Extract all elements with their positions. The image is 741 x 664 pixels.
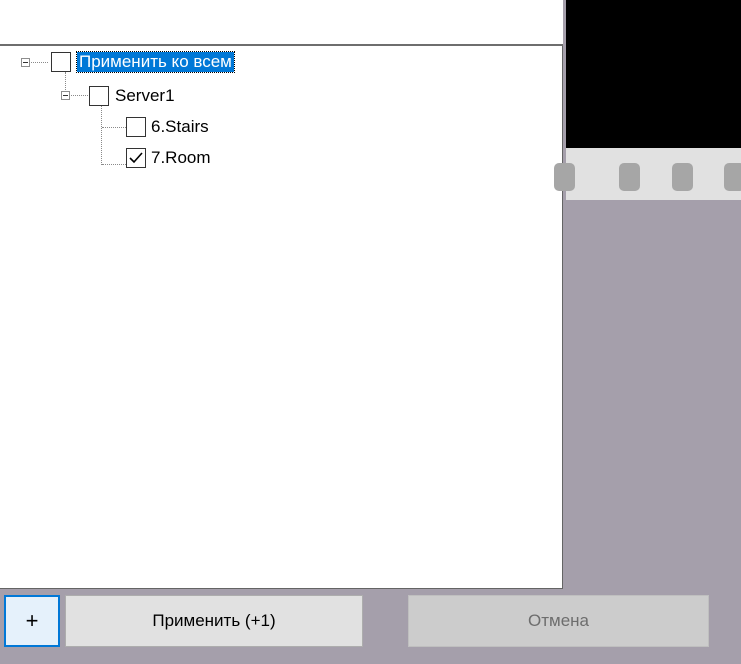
tree-connector [71, 95, 88, 96]
tree-camera-label[interactable]: 7.Room [151, 148, 211, 168]
tree-connector [101, 105, 102, 165]
film-hole-icon [619, 163, 640, 191]
tree-root-label[interactable]: Применить ко всем [76, 51, 235, 73]
root-checkbox[interactable] [51, 52, 71, 72]
camera-checkbox[interactable] [126, 117, 146, 137]
film-hole-icon [554, 163, 575, 191]
root-collapse-icon[interactable] [21, 58, 30, 67]
film-hole-icon [672, 163, 693, 191]
camera-tree[interactable]: Применить ко всем Server1 6.Stairs 7.Roo… [0, 46, 563, 589]
tree-header-area [0, 0, 563, 44]
add-button[interactable]: + [4, 595, 60, 647]
apply-button[interactable]: Применить (+1) [65, 595, 363, 647]
tree-connector [102, 127, 126, 128]
server-checkbox[interactable] [89, 86, 109, 106]
video-preview [566, 0, 741, 148]
checkmark-icon [129, 152, 143, 164]
tree-connector [102, 164, 126, 165]
tree-server-label[interactable]: Server1 [115, 86, 175, 106]
server-collapse-icon[interactable] [61, 91, 70, 100]
camera-checkbox[interactable] [126, 148, 146, 168]
cancel-button[interactable]: Отмена [408, 595, 709, 647]
film-hole-icon [724, 163, 741, 191]
tree-connector [31, 62, 48, 63]
film-strip [554, 148, 741, 200]
tree-camera-label[interactable]: 6.Stairs [151, 117, 209, 137]
